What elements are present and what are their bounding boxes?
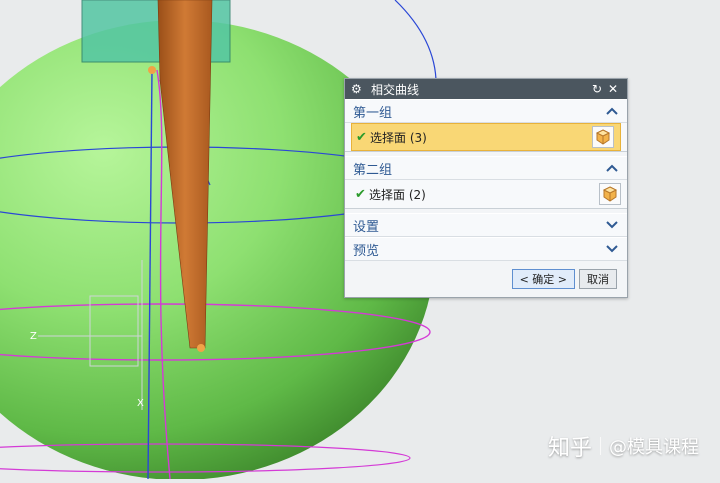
check-icon: ✔ bbox=[356, 129, 367, 145]
chevron-down-icon[interactable] bbox=[605, 218, 619, 232]
close-icon[interactable]: ✕ bbox=[605, 82, 621, 96]
group-2: 第二组 ✔ 选择面 (2) bbox=[345, 156, 627, 209]
select-face-row-1[interactable]: ✔ 选择面 (3) bbox=[351, 123, 621, 151]
ok-button[interactable]: < 确定 > bbox=[511, 269, 575, 289]
watermark: 知乎 @模具课程 bbox=[548, 428, 708, 464]
intersection-curve-dialog: ⚙ 相交曲线 ↻ ✕ 第一组 ✔ 选择面 (3) 第二组 ✔ 选择面 (2) 设… bbox=[344, 78, 628, 298]
group-2-header[interactable]: 第二组 bbox=[345, 156, 627, 180]
watermark-divider bbox=[600, 437, 602, 455]
gear-icon: ⚙ bbox=[351, 82, 362, 96]
dialog-footer: < 确定 > 取消 bbox=[511, 269, 617, 289]
watermark-brand: 知乎 bbox=[548, 436, 593, 461]
cancel-button[interactable]: 取消 bbox=[579, 269, 617, 289]
select-face-row-2[interactable]: ✔ 选择面 (2) bbox=[345, 180, 627, 208]
select-face-2-label: 选择面 (2) bbox=[369, 187, 426, 202]
chevron-down-icon[interactable] bbox=[605, 242, 619, 256]
settings-header[interactable]: 设置 bbox=[345, 213, 627, 237]
chevron-up-icon[interactable] bbox=[605, 161, 619, 175]
select-face-1-label: 选择面 (3) bbox=[370, 130, 427, 145]
preview-title: 预览 bbox=[353, 243, 380, 259]
watermark-author: @模具课程 bbox=[609, 437, 700, 458]
dialog-title-bar: ⚙ 相交曲线 ↻ ✕ bbox=[345, 79, 627, 99]
refresh-icon[interactable]: ↻ bbox=[589, 82, 605, 96]
group-1: 第一组 ✔ 选择面 (3) bbox=[345, 99, 627, 152]
check-icon: ✔ bbox=[355, 186, 366, 202]
dialog-title: 相交曲线 bbox=[371, 82, 420, 97]
axis-z-label: Z bbox=[30, 331, 37, 342]
axis-x-label: X bbox=[137, 398, 144, 409]
preview-header[interactable]: 预览 bbox=[345, 237, 627, 261]
settings-title: 设置 bbox=[353, 219, 380, 235]
group-1-title: 第一组 bbox=[353, 105, 393, 121]
point-bottom bbox=[197, 344, 205, 352]
chevron-up-icon[interactable] bbox=[605, 104, 619, 118]
point-top bbox=[148, 66, 156, 74]
group-1-header[interactable]: 第一组 bbox=[345, 99, 627, 123]
group-2-title: 第二组 bbox=[353, 162, 393, 178]
cube-face-icon[interactable] bbox=[592, 126, 614, 148]
cube-face-icon[interactable] bbox=[599, 183, 621, 205]
